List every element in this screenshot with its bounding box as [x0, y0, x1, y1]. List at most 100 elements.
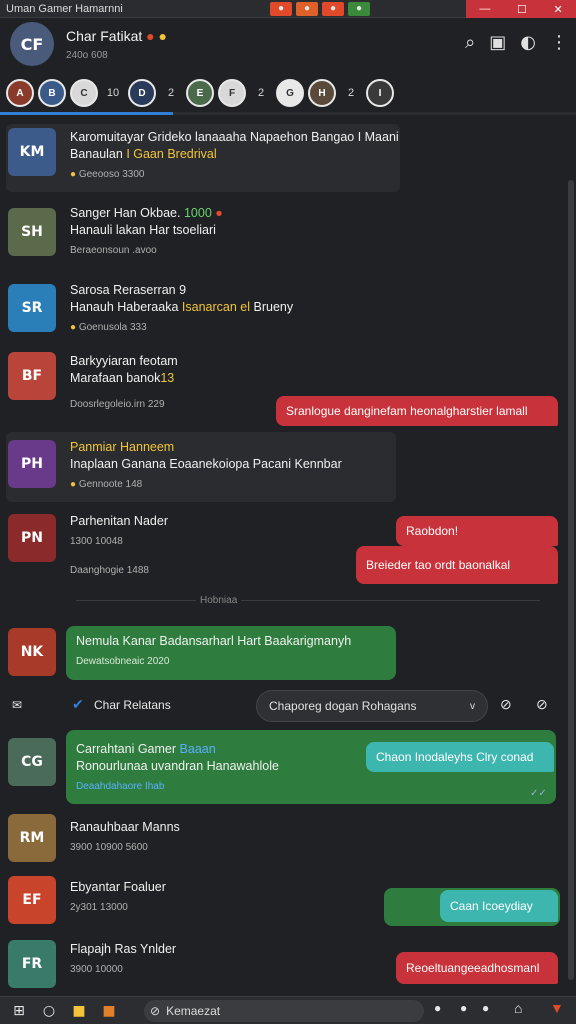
info-icon[interactable]: ⊘ [500, 696, 512, 713]
list-item[interactable]: PN [8, 514, 56, 562]
message-text: Hanauh Haberaaka [70, 300, 179, 314]
meta-text: 10000 [95, 964, 123, 975]
message-content: Barkyyiaran feotam Marafaan banok13 Doos… [70, 354, 178, 410]
more-icon[interactable]: ⋮ [550, 32, 568, 53]
info-icon[interactable]: ◐ [520, 32, 536, 53]
story-avatar[interactable]: A [6, 79, 34, 107]
list-item[interactable]: SR [8, 284, 56, 332]
message-content: Sarosa Reraserran 9 Hanauh Haberaaka Isa… [70, 283, 293, 333]
emoji-icon: ● [158, 27, 167, 44]
message-content: Nemula Kanar Badansarharl Hart Baakarigm… [76, 634, 351, 667]
list-item[interactable]: CG [8, 738, 56, 786]
app-icon[interactable]: ■ [98, 1000, 120, 1022]
meta-text: 5600 [125, 842, 148, 853]
tray-icon[interactable]: ● [434, 1001, 441, 1015]
extension-icon[interactable]: ● [270, 1, 292, 16]
badge-icon: ● [146, 27, 155, 44]
meta-text: Beraeonsoun .avoo [70, 245, 157, 256]
outgoing-bubble[interactable]: Sranlogue danginefam heonalgharstier lam… [276, 396, 558, 426]
sender-name: Carrahtani Gamer [76, 742, 177, 756]
avatar: RM [8, 814, 56, 862]
notification-icon[interactable]: ▼ [550, 1000, 564, 1016]
avatar: CG [8, 738, 56, 786]
close-icon[interactable]: ✕ [553, 3, 562, 16]
outgoing-bubble[interactable]: Raobdon! [396, 516, 558, 546]
meta-text: 3300 [122, 169, 145, 180]
list-item[interactable]: SH [8, 208, 56, 256]
home-icon[interactable]: ⌂ [514, 1000, 522, 1016]
story-avatar[interactable]: H [308, 79, 336, 107]
story-avatar[interactable]: B [38, 79, 66, 107]
avatar: BF [8, 352, 56, 400]
highlight-text: Bredrival [167, 147, 217, 161]
message-text: Hanauli lakan Har tsoeliari [70, 223, 216, 237]
message-content: Parhenitan Nader 1300 10048 Daanghogie 1… [70, 514, 168, 576]
loading-progress [0, 112, 576, 115]
tray-icon[interactable]: ● [482, 1001, 489, 1015]
extension-icon[interactable]: ● [348, 1, 370, 16]
list-item[interactable]: NK [8, 628, 56, 676]
story-avatar[interactable]: C [70, 79, 98, 107]
chat-title: Char Fatikat ● ● [66, 27, 167, 44]
list-item[interactable]: KM [8, 128, 56, 176]
list-item[interactable]: FR [8, 940, 56, 988]
taskbar-search[interactable]: ⊘ Kemaezat [144, 1000, 424, 1022]
avatar: PH [8, 440, 56, 488]
scrollbar[interactable] [568, 180, 574, 980]
avatar: PN [8, 514, 56, 562]
meta-text: Daanghogie 1488 [70, 565, 149, 576]
message-content: Panmiar Hanneem Inaplaan Ganana Eoaaneko… [70, 440, 342, 490]
sender-name: Nemula Kanar Badansarharl Hart Baakarigm… [76, 634, 352, 648]
list-item[interactable]: PH [8, 440, 56, 488]
date-divider [76, 600, 540, 601]
list-item[interactable]: EF [8, 876, 56, 924]
story-avatar[interactable]: D [128, 79, 156, 107]
avatar: EF [8, 876, 56, 924]
section-label: Char Relatans [94, 698, 171, 712]
meta-text: 13000 [100, 902, 128, 913]
sender-name: Karomuitayar Grideko lanaaaha Napaehon B… [70, 130, 399, 144]
outgoing-bubble[interactable]: Breieder tao ordt baonalkal [356, 546, 558, 584]
message-text: Marafaan banok [70, 371, 161, 385]
verified-icon: ✔ [72, 696, 84, 712]
reaction-icon: ● [70, 169, 77, 180]
meta-text: 10900 [95, 842, 123, 853]
meta-text: 3900 [70, 964, 93, 975]
folder-icon[interactable]: ■ [68, 1000, 90, 1022]
video-icon[interactable]: ▣ [489, 32, 506, 53]
story-avatar[interactable]: E [186, 79, 214, 107]
message-content: Sanger Han Okbae. 1000 ● Hanauli lakan H… [70, 206, 223, 256]
extension-icon[interactable]: ● [296, 1, 318, 16]
list-item[interactable]: BF [8, 352, 56, 400]
story-avatar[interactable]: G [276, 79, 304, 107]
meta-text: 3900 [70, 842, 93, 853]
sender-name: Flapajh Ras Ynlder [70, 942, 177, 956]
message-content: Carrahtani Gamer Baaan Ronourlunaa uvand… [76, 742, 279, 792]
sender-name: Sanger Han Okbae. [70, 206, 181, 220]
extension-icon[interactable]: ● [322, 1, 344, 16]
minimize-icon[interactable]: — [479, 3, 490, 15]
window-titlebar: Uman Gamer Hamarnni ● ● ● ● — ☐ ✕ [0, 0, 576, 18]
search-icon: ⊘ [150, 1004, 161, 1018]
message-text: Banaulan [70, 147, 123, 161]
sender-name: Barkyyiaran feotam [70, 354, 178, 368]
start-icon[interactable]: ⊞ [8, 1000, 30, 1022]
message-text: Inaplaan Ganana Eoaanekoiopa Pacani Kenn… [70, 457, 342, 471]
message-content: Flapajh Ras Ynlder 3900 10000 [70, 942, 176, 975]
search-icon[interactable]: ⌕ [465, 32, 475, 53]
story-avatar[interactable]: F [218, 79, 246, 107]
tray-icon[interactable]: ● [460, 1001, 467, 1015]
filter-select[interactable]: Chaporeg dogan Rohagans v [256, 690, 488, 722]
outgoing-bubble[interactable]: Chaon Inodaleyhs Clry conad [366, 742, 554, 772]
read-receipt-icon: ✓✓ [530, 788, 547, 799]
chat-avatar[interactable]: CF [10, 22, 54, 66]
maximize-icon[interactable]: ☐ [517, 3, 527, 16]
story-avatar[interactable]: I [366, 79, 394, 107]
search-icon[interactable]: ○ [38, 1000, 60, 1022]
outgoing-bubble[interactable]: Reoeltuangeeadhosmanl [396, 952, 558, 984]
story-count: 2 [257, 87, 265, 99]
settings-icon[interactable]: ⊘ [536, 696, 548, 713]
chevron-down-icon: v [470, 700, 475, 712]
outgoing-bubble[interactable]: Caan Icoeydiay [440, 890, 558, 922]
list-item[interactable]: RM [8, 814, 56, 862]
